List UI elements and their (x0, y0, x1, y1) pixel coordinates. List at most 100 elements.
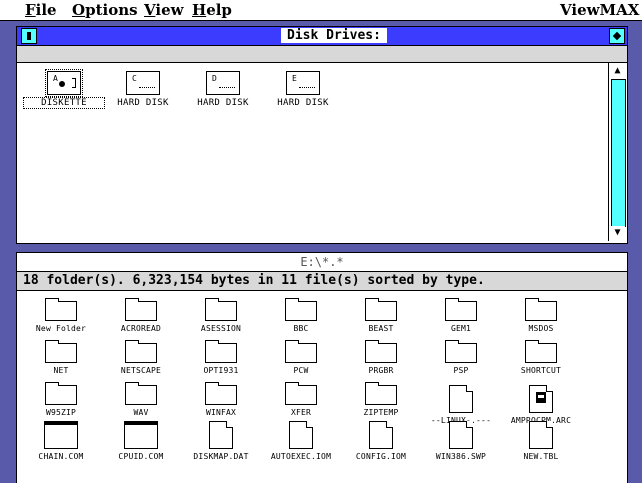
folder-item[interactable]: OPTI931 (183, 340, 259, 375)
app-name: ViewMAX (560, 1, 640, 19)
folder-item[interactable]: PCW (263, 340, 339, 375)
scroll-down-icon[interactable]: ▼ (610, 226, 625, 240)
folder-icon (365, 298, 397, 321)
program-icon (124, 421, 158, 449)
file-item[interactable]: DISKMAP.DAT (183, 421, 259, 461)
folder-item[interactable]: PSP (423, 340, 499, 375)
menu-options[interactable]: Options (72, 1, 138, 19)
folder-icon (285, 340, 317, 363)
vertical-scrollbar[interactable]: ▲ ▼ (608, 63, 627, 241)
file-name: CONFIG.IOM (355, 452, 407, 461)
folder-item[interactable]: BEAST (343, 298, 419, 333)
archive-icon (529, 385, 553, 413)
file-grid: New Folder ACROREAD ASESSION BBC BEAST GEM1 MS… (17, 291, 627, 483)
file-item[interactable]: WIN386.SWP (423, 421, 499, 461)
folder-item[interactable]: W95ZIP (23, 382, 99, 417)
document-icon (289, 421, 313, 449)
file-name: W95ZIP (45, 408, 77, 417)
file-name: WAV (133, 408, 149, 417)
file-item[interactable]: --LINUX-.--- (423, 385, 499, 425)
document-icon (369, 421, 393, 449)
file-name: BEAST (368, 324, 394, 333)
file-item[interactable]: AMPROCPM.ARC (503, 385, 579, 425)
folder-icon (445, 298, 477, 321)
folder-icon (125, 382, 157, 405)
drive-list: A DISKETTE C HARD DISK D HARD DISK E HAR… (17, 63, 607, 243)
file-name: WINFAX (205, 408, 237, 417)
file-item[interactable]: NEW.TBL (503, 421, 579, 461)
directory-window: E:\*.* 18 folder(s). 6,323,154 bytes in … (16, 252, 628, 483)
menu-bar: File Options View Help ViewMAX (0, 0, 642, 21)
folder-icon (525, 298, 557, 321)
folder-item[interactable]: GEM1 (423, 298, 499, 333)
folder-item[interactable]: NETSCAPE (103, 340, 179, 375)
folder-item[interactable]: NET (23, 340, 99, 375)
maximize-box-icon[interactable] (609, 28, 625, 44)
drive-label: DISKETTE (23, 97, 105, 109)
file-item[interactable]: AUTOEXEC.IOM (263, 421, 339, 461)
folder-icon (285, 382, 317, 405)
folder-item[interactable]: XFER (263, 382, 339, 417)
menu-view[interactable]: View (144, 1, 184, 19)
directory-summary: 18 folder(s). 6,323,154 bytes in 11 file… (23, 273, 485, 288)
folder-icon (205, 298, 237, 321)
document-icon (449, 421, 473, 449)
folder-icon (45, 382, 77, 405)
folder-item[interactable]: WINFAX (183, 382, 259, 417)
folder-item[interactable]: ACROREAD (103, 298, 179, 333)
file-item[interactable]: CHAIN.COM (23, 421, 99, 461)
drive-label: HARD DISK (117, 98, 169, 108)
file-name: SHORTCUT (520, 366, 562, 375)
drive-label: HARD DISK (277, 98, 329, 108)
disk-drives-title: Disk Drives: (281, 28, 387, 43)
folder-icon (445, 340, 477, 363)
folder-icon (365, 340, 397, 363)
drive-a[interactable]: A DISKETTE (23, 69, 105, 109)
folder-icon (365, 382, 397, 405)
folder-icon (205, 340, 237, 363)
file-name: BBC (293, 324, 309, 333)
folder-item[interactable]: SHORTCUT (503, 340, 579, 375)
menu-file[interactable]: File (25, 1, 57, 19)
directory-title-bar[interactable]: E:\*.* (17, 253, 627, 272)
hard-disk-icon: D (206, 71, 240, 95)
close-box-icon[interactable] (21, 28, 37, 44)
scroll-track[interactable] (611, 79, 626, 227)
file-name: NETSCAPE (120, 366, 162, 375)
disk-drives-info-bar (17, 46, 627, 63)
file-name: NEW.TBL (523, 452, 559, 461)
file-name: OPTI931 (203, 366, 239, 375)
folder-icon (45, 340, 77, 363)
file-item[interactable]: CONFIG.IOM (343, 421, 419, 461)
drive-label: HARD DISK (197, 98, 249, 108)
folder-item[interactable]: WAV (103, 382, 179, 417)
file-name: NET (53, 366, 69, 375)
file-name: ASESSION (200, 324, 242, 333)
drive-e[interactable]: E HARD DISK (263, 71, 343, 108)
directory-info-bar: 18 folder(s). 6,323,154 bytes in 11 file… (17, 272, 627, 291)
drive-d[interactable]: D HARD DISK (183, 71, 263, 108)
menu-help[interactable]: Help (192, 1, 232, 19)
document-icon (449, 385, 473, 413)
folder-item[interactable]: ASESSION (183, 298, 259, 333)
drive-c[interactable]: C HARD DISK (103, 71, 183, 108)
file-name: GEM1 (450, 324, 472, 333)
folder-icon (525, 340, 557, 363)
scroll-up-icon[interactable]: ▲ (610, 64, 625, 78)
floppy-disk-icon: A (45, 69, 83, 97)
disk-drives-title-bar[interactable]: Disk Drives: (17, 27, 627, 46)
folder-icon (285, 298, 317, 321)
file-name: New Folder (35, 324, 87, 333)
file-name: WIN386.SWP (435, 452, 487, 461)
folder-item[interactable]: MSDOS (503, 298, 579, 333)
folder-item[interactable]: ZIPTEMP (343, 382, 419, 417)
file-item[interactable]: CPUID.COM (103, 421, 179, 461)
folder-item[interactable]: New Folder (23, 298, 99, 333)
folder-item[interactable]: BBC (263, 298, 339, 333)
file-name: PRGBR (368, 366, 394, 375)
program-icon (44, 421, 78, 449)
hard-disk-icon: C (126, 71, 160, 95)
folder-icon (205, 382, 237, 405)
folder-icon (125, 298, 157, 321)
folder-item[interactable]: PRGBR (343, 340, 419, 375)
